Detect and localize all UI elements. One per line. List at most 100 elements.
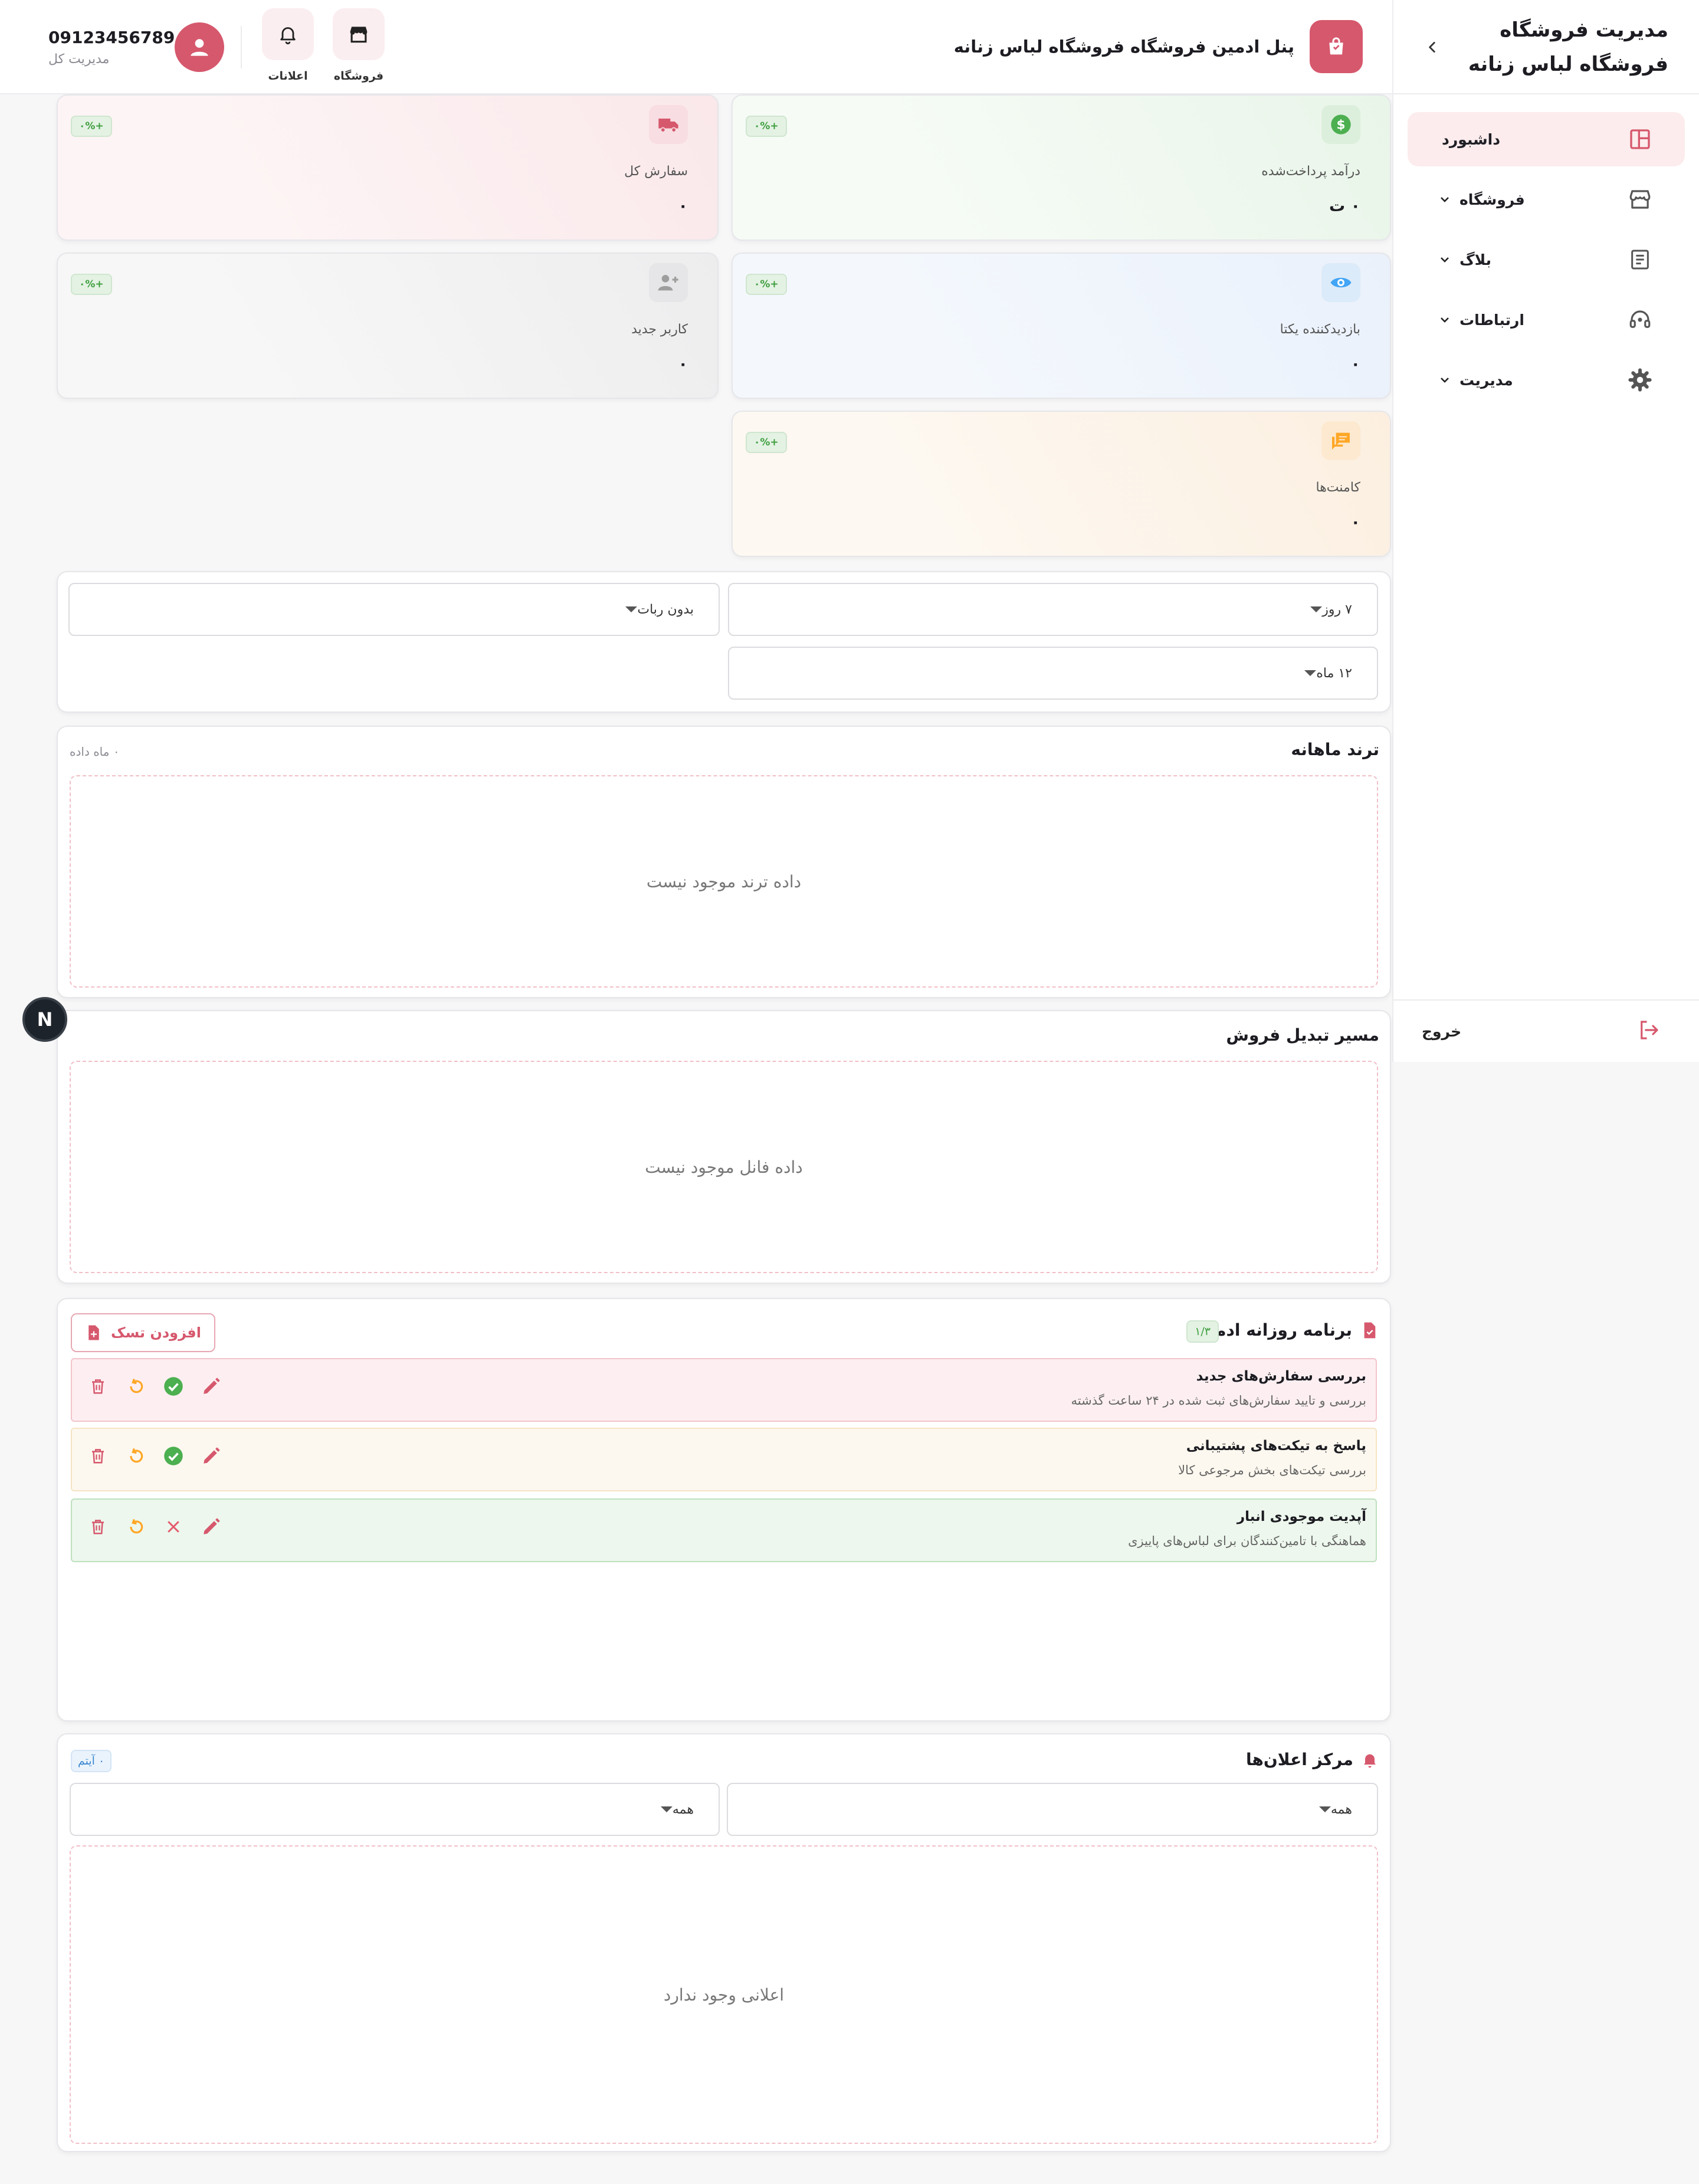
floating-n-button[interactable]: N bbox=[22, 997, 67, 1042]
caret-down-icon bbox=[1304, 670, 1317, 676]
undo-icon[interactable] bbox=[122, 1442, 150, 1470]
notifications-empty: اعلانی وجود ندارد bbox=[70, 1845, 1378, 2144]
task-item: آپدیت موجودی انبار هماهنگی با تامین‌کنند… bbox=[71, 1498, 1377, 1562]
select-value: همه bbox=[1330, 1802, 1352, 1817]
funnel-empty-text: داده فانل موجود نیست bbox=[645, 1157, 803, 1177]
check-circle-icon[interactable] bbox=[159, 1442, 188, 1470]
sidebar-item-label: داشبورد bbox=[1442, 130, 1501, 148]
add-task-button[interactable]: افزودن تسک bbox=[71, 1313, 215, 1352]
notifications-filter-status[interactable]: همه bbox=[70, 1783, 720, 1836]
trend-card: ترند ماهانه ۰ ماه داده داده ترند موجود ن… bbox=[57, 726, 1391, 998]
stat-badge: +۰% bbox=[746, 274, 787, 295]
stat-value: ۰ ت bbox=[1329, 197, 1360, 215]
task-file-icon bbox=[1360, 1321, 1379, 1340]
bell-icon bbox=[262, 8, 314, 60]
chevron-down-icon bbox=[1436, 311, 1454, 329]
user-phone: 09123456789 bbox=[48, 28, 175, 47]
article-icon bbox=[1626, 245, 1654, 274]
dollar-icon: $ bbox=[1321, 105, 1360, 144]
range-days-select[interactable]: ۷ روز bbox=[728, 583, 1378, 636]
caret-down-icon bbox=[660, 1806, 673, 1812]
funnel-card: مسیر تبدیل فروش داده فانل موجود نیست bbox=[57, 1010, 1391, 1284]
delete-icon[interactable] bbox=[84, 1372, 112, 1401]
stat-value: ۰ bbox=[1350, 355, 1360, 373]
stat-card-revenue: $ +۰% درآمد پرداخت‌شده ۰ ت bbox=[732, 94, 1391, 241]
task-item: پاسخ به تیکت‌های پشتیبانی بررسی تیکت‌های… bbox=[71, 1428, 1377, 1491]
caret-down-icon bbox=[1310, 606, 1323, 612]
notifications-count-badge: ۰ آیتم bbox=[71, 1750, 112, 1772]
stat-label: درآمد پرداخت‌شده bbox=[1261, 164, 1360, 179]
check-circle-icon[interactable] bbox=[159, 1372, 188, 1401]
sidebar-item-management[interactable]: مدیریت bbox=[1408, 353, 1685, 407]
task-title: بررسی سفارش‌های جدید bbox=[1196, 1369, 1366, 1384]
stat-card-comments: +۰% کامنت‌ها ۰ bbox=[732, 411, 1391, 557]
user-menu[interactable]: 09123456789 مدیریت کل bbox=[32, 22, 225, 72]
caret-down-icon bbox=[625, 606, 638, 612]
edit-icon[interactable] bbox=[197, 1372, 225, 1401]
sidebar-item-label: ارتباطات bbox=[1459, 311, 1524, 329]
range-months-select[interactable]: ۱۲ ماه bbox=[728, 647, 1378, 700]
task-title: پاسخ به تیکت‌های پشتیبانی bbox=[1186, 1438, 1366, 1454]
user-info: 09123456789 مدیریت کل bbox=[48, 28, 175, 67]
stat-label: بازدیدکننده یکتا bbox=[1280, 322, 1360, 337]
task-actions bbox=[84, 1442, 235, 1470]
tasks-card: برنامه روزانه ادمین ۱/۳ افزودن تسک بررسی… bbox=[57, 1298, 1391, 1721]
trend-empty-text: داده ترند موجود نیست bbox=[646, 871, 802, 891]
task-actions bbox=[84, 1513, 235, 1541]
close-icon[interactable] bbox=[159, 1513, 188, 1541]
svg-text:$: $ bbox=[1336, 118, 1345, 133]
notifications-button[interactable]: اعلانات bbox=[261, 8, 315, 83]
stat-card-visitors: +۰% بازدیدکننده یکتا ۰ bbox=[732, 252, 1391, 399]
task-actions bbox=[84, 1372, 235, 1401]
sidebar-item-label: بلاگ bbox=[1459, 251, 1491, 268]
shop-button[interactable]: فروشگاه bbox=[332, 8, 386, 83]
edit-icon[interactable] bbox=[197, 1513, 225, 1541]
sidebar-item-blog[interactable]: بلاگ bbox=[1408, 232, 1685, 287]
stat-card-new-users: +۰% کاربر جدید ۰ bbox=[57, 252, 719, 399]
sidebar-item-dashboard[interactable]: داشبورد bbox=[1408, 112, 1685, 166]
store-icon bbox=[333, 8, 385, 60]
task-desc: بررسی تیکت‌های بخش مرجوعی کالا bbox=[1178, 1463, 1366, 1477]
stat-label: کامنت‌ها bbox=[1316, 480, 1360, 495]
funnel-title: مسیر تبدیل فروش bbox=[1226, 1025, 1379, 1045]
notifications-title: مرکز اعلان‌ها bbox=[1245, 1750, 1353, 1769]
undo-icon[interactable] bbox=[122, 1513, 150, 1541]
chat-icon bbox=[1321, 421, 1360, 460]
stat-badge: +۰% bbox=[746, 116, 787, 137]
notifications-filter-type[interactable]: همه bbox=[727, 1783, 1378, 1836]
sidebar-item-shop[interactable]: فروشگاه bbox=[1408, 172, 1685, 227]
bots-select[interactable]: بدون ربات bbox=[68, 583, 720, 636]
store-icon bbox=[1626, 185, 1654, 214]
stat-value: ۰ bbox=[1350, 513, 1360, 532]
sidebar-menu: داشبورد فروشگاه بلاگ ارتباطات مدیریت bbox=[1393, 94, 1699, 407]
notifications-button-label: اعلانات bbox=[268, 70, 308, 83]
sidebar-item-label: فروشگاه bbox=[1459, 191, 1525, 208]
delete-icon[interactable] bbox=[84, 1513, 112, 1541]
header-divider bbox=[241, 26, 242, 68]
delete-icon[interactable] bbox=[84, 1442, 112, 1470]
stat-badge: +۰% bbox=[746, 432, 787, 453]
stat-label: کاربر جدید bbox=[631, 322, 688, 337]
stat-card-orders: +۰% سفارش کل ۰ bbox=[57, 94, 719, 241]
stat-value: ۰ bbox=[678, 197, 688, 215]
logout-button[interactable]: خروج bbox=[1393, 999, 1699, 1062]
gear-icon bbox=[1626, 366, 1654, 394]
select-value: ۱۲ ماه bbox=[1316, 665, 1352, 681]
page-title: پنل ادمین فروشگاه فروشگاه لباس زنانه bbox=[953, 37, 1294, 57]
undo-icon[interactable] bbox=[122, 1372, 150, 1401]
sidebar-item-communications[interactable]: ارتباطات bbox=[1408, 293, 1685, 347]
shopping-bag-icon bbox=[1310, 20, 1363, 73]
edit-icon[interactable] bbox=[197, 1442, 225, 1470]
logout-label: خروج bbox=[1422, 1022, 1462, 1040]
tasks-count-badge: ۱/۳ bbox=[1186, 1320, 1219, 1343]
add-task-label: افزودن تسک bbox=[111, 1324, 201, 1341]
notifications-empty-text: اعلانی وجود ندارد bbox=[663, 1985, 785, 2005]
caret-down-icon bbox=[1318, 1806, 1331, 1812]
sidebar-collapse-button[interactable] bbox=[1419, 34, 1445, 60]
file-add-icon bbox=[85, 1324, 103, 1342]
funnel-empty: داده فانل موجود نیست bbox=[70, 1061, 1378, 1273]
trend-empty: داده ترند موجود نیست bbox=[70, 775, 1378, 988]
select-value: بدون ربات bbox=[637, 602, 694, 617]
task-title: آپدیت موجودی انبار bbox=[1236, 1509, 1366, 1524]
stat-badge: +۰% bbox=[71, 274, 112, 295]
